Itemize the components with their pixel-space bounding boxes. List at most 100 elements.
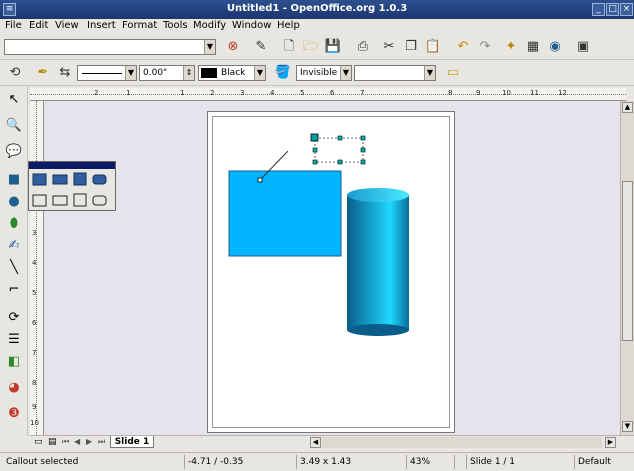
menu-tools[interactable]: Tools — [163, 20, 188, 31]
rounded-rectangle-filled-icon[interactable] — [92, 174, 107, 185]
scroll-up-icon[interactable]: ▲ — [622, 102, 633, 113]
tab-slide-1[interactable]: Slide 1 — [110, 436, 154, 448]
chevron-down-icon[interactable]: ▼ — [424, 66, 435, 80]
horizontal-scrollbar[interactable] — [322, 437, 602, 448]
help-icon[interactable]: ▣ — [574, 38, 592, 56]
3d-effects-icon[interactable]: ❸ — [4, 404, 24, 424]
stop-icon[interactable]: ⊗ — [224, 38, 242, 56]
open-folder-icon[interactable]: 🗁 — [302, 38, 320, 56]
ruler-number: 1 — [126, 89, 131, 97]
line-tool-icon[interactable]: ╲ — [4, 258, 24, 278]
callout-text-icon[interactable]: 💬 — [4, 142, 24, 162]
rectangle-flyout — [28, 161, 116, 211]
effects-icon[interactable]: ⟲ — [6, 64, 24, 82]
selection-handle[interactable] — [312, 159, 318, 165]
scroll-right-icon[interactable]: ▶ — [605, 437, 616, 448]
flyout-titlebar[interactable] — [29, 162, 115, 169]
paste-icon[interactable]: 📋 — [424, 38, 442, 56]
menu-insert[interactable]: Insert — [87, 20, 116, 31]
chevron-down-icon[interactable]: ▼ — [254, 66, 265, 80]
ruler-number: 1 — [180, 89, 185, 97]
selection-handle[interactable] — [312, 147, 318, 153]
menu-modify[interactable]: Modify — [193, 20, 226, 31]
ruler-number: 2 — [94, 89, 99, 97]
cylinder-3d[interactable] — [347, 188, 409, 336]
vertical-scrollbar[interactable]: ▲ ▼ — [620, 101, 634, 435]
scroll-down-icon[interactable]: ▼ — [622, 421, 633, 432]
square-filled-icon[interactable] — [73, 172, 87, 186]
chevron-down-icon[interactable]: ▼ — [340, 66, 351, 80]
line-width-spin[interactable]: 0.00" ⇕ — [139, 65, 195, 81]
menu-view[interactable]: View — [55, 20, 79, 31]
select-arrow-icon[interactable]: ↖ — [4, 90, 24, 110]
area-value-combo[interactable]: ▼ — [354, 65, 436, 81]
menu-window[interactable]: Window — [232, 20, 271, 31]
connector-icon[interactable]: ⌐ — [4, 280, 24, 300]
selection-handle[interactable] — [337, 135, 343, 141]
copy-icon[interactable]: ❐ — [402, 38, 420, 56]
menu-format[interactable]: Format — [122, 20, 157, 31]
redo-icon[interactable]: ↷ — [476, 38, 494, 56]
3d-object-icon[interactable]: ⬮ — [4, 214, 24, 234]
scroll-thumb[interactable] — [622, 181, 633, 341]
line-icon[interactable]: ✒ — [34, 64, 52, 82]
blue-rectangle[interactable] — [228, 170, 342, 257]
status-zoom[interactable]: 43% — [406, 455, 452, 469]
chevron-down-icon[interactable]: ▼ — [204, 40, 215, 54]
url-combo[interactable]: ▼ — [4, 39, 216, 55]
outline-view-icon[interactable]: ▤ — [48, 437, 57, 447]
callout-anchor-handle[interactable] — [257, 177, 263, 183]
menu-file[interactable]: File — [5, 20, 22, 31]
arrow-style-icon[interactable]: ⇆ — [56, 64, 74, 82]
line-color-combo[interactable]: Black ▼ — [198, 65, 266, 81]
navigator-icon[interactable]: ✦ — [502, 38, 520, 56]
scroll-left-icon[interactable]: ◀ — [310, 437, 321, 448]
selection-handle[interactable] — [360, 159, 366, 165]
undo-icon[interactable]: ↶ — [454, 38, 472, 56]
selection-handle-rotate[interactable] — [310, 133, 319, 142]
curve-icon[interactable]: ✍ — [4, 236, 24, 256]
edit-file-icon[interactable]: ✎ — [252, 38, 270, 56]
spin-arrows-icon[interactable]: ⇕ — [183, 66, 194, 80]
ellipse-icon[interactable]: ● — [4, 192, 24, 212]
selection-handle[interactable] — [360, 147, 366, 153]
zoom-icon[interactable]: 🔍 — [4, 116, 24, 136]
callout-text-frame[interactable] — [314, 137, 364, 163]
line-style-combo[interactable]: ▼ — [77, 65, 137, 81]
area-style-combo[interactable]: Invisible ▼ — [296, 65, 352, 81]
new-document-icon[interactable]: 🗋 — [280, 38, 298, 56]
rotate-icon[interactable]: ⟳ — [4, 308, 24, 328]
rectangle-icon[interactable]: ■ — [4, 170, 24, 190]
drawing-canvas[interactable] — [45, 101, 620, 435]
selection-handle[interactable] — [360, 135, 366, 141]
maximize-button[interactable]: □ — [606, 3, 619, 16]
last-slide-icon[interactable]: ⏭ — [98, 437, 105, 447]
selection-handle[interactable] — [337, 159, 343, 165]
data-sources-icon[interactable]: ◉ — [546, 38, 564, 56]
chevron-down-icon[interactable]: ▼ — [125, 66, 136, 80]
cut-icon[interactable]: ✂ — [380, 38, 398, 56]
rectangle-filled-wide-icon[interactable] — [52, 174, 68, 185]
rounded-rectangle-outline-icon[interactable] — [92, 195, 107, 206]
rectangle-outline-icon[interactable] — [32, 194, 47, 207]
close-button[interactable]: × — [620, 3, 633, 16]
rectangle-filled-icon[interactable] — [32, 173, 47, 186]
save-icon[interactable]: 💾 — [324, 38, 342, 56]
drawing-view-icon[interactable]: ▭ — [34, 437, 43, 447]
gallery-icon[interactable]: ▦ — [524, 38, 542, 56]
next-slide-icon[interactable]: ▶ — [86, 437, 92, 446]
first-slide-icon[interactable]: ⏮ — [62, 437, 69, 447]
area-fill-icon[interactable]: 🪣 — [274, 64, 292, 82]
shadow-icon[interactable]: ▭ — [444, 64, 462, 82]
rectangle-outline-wide-icon[interactable] — [52, 195, 68, 206]
print-icon[interactable]: ⎙ — [354, 38, 372, 56]
menu-help[interactable]: Help — [277, 20, 300, 31]
insert-icon[interactable]: ◕ — [4, 378, 24, 398]
rounded-square-filled-icon[interactable] — [111, 173, 112, 174]
align-icon[interactable]: ☰ — [4, 330, 24, 350]
minimize-button[interactable]: _ — [592, 3, 605, 16]
arrange-icon[interactable]: ◧ — [4, 352, 24, 372]
prev-slide-icon[interactable]: ◀ — [74, 437, 80, 446]
square-outline-icon[interactable] — [73, 193, 87, 207]
menu-edit[interactable]: Edit — [29, 20, 48, 31]
